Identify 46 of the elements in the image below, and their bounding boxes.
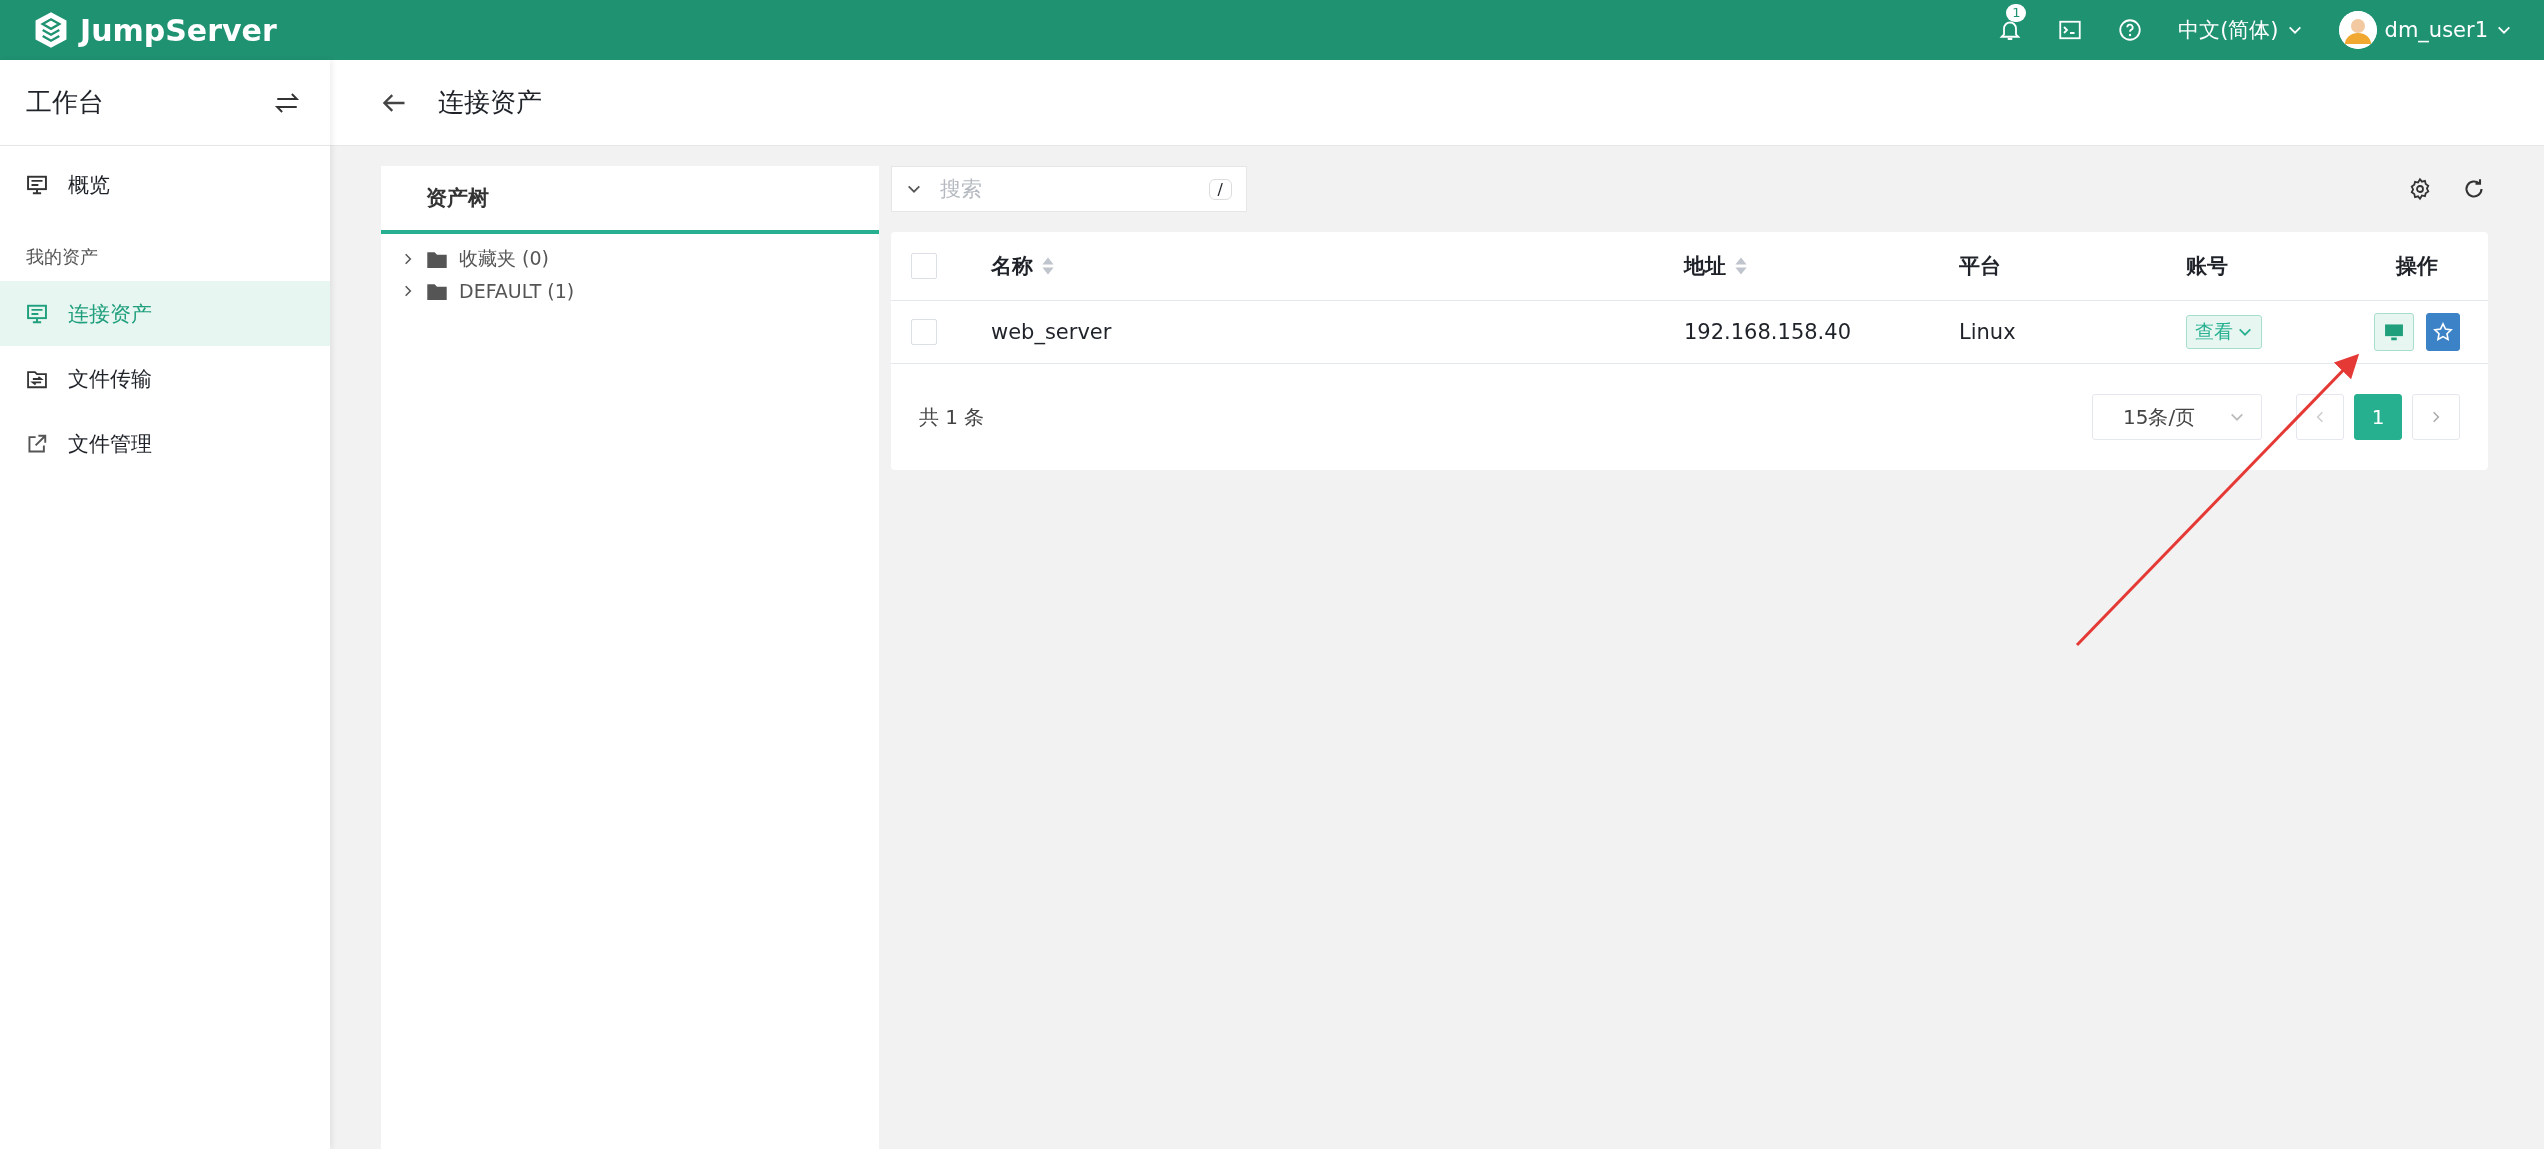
shortcut-key: /	[1208, 178, 1232, 200]
select-all-checkbox[interactable]	[911, 253, 937, 279]
nav-group-label: 我的资产	[25, 245, 99, 269]
star-icon	[2433, 322, 2453, 342]
page-title: 连接资产	[438, 86, 542, 119]
total-count: 共 1 条	[919, 403, 985, 431]
nav-label: 文件管理	[68, 430, 152, 458]
monitor-icon	[2383, 321, 2405, 343]
logo-text: JumpServer	[80, 12, 277, 48]
table-cell: Linux	[1959, 320, 2016, 344]
monitor-icon	[26, 302, 48, 325]
external-link-icon	[26, 432, 48, 455]
row-checkbox[interactable]	[911, 319, 937, 345]
page-size-select[interactable]: 15条/页	[2092, 394, 2262, 440]
column-header: 平台	[1959, 253, 2001, 280]
folder-icon	[427, 282, 447, 300]
nav-item[interactable]: 概览	[0, 152, 330, 217]
language-selector[interactable]: 中文(简体)	[2178, 16, 2303, 44]
monitor-icon	[26, 173, 48, 196]
tree-node-label[interactable]: 收藏夹 (0)	[459, 246, 549, 272]
column-header: 名称	[991, 253, 1033, 280]
nav-label: 概览	[68, 171, 110, 199]
terminal-icon[interactable]	[2058, 18, 2083, 42]
table-cell: web_server	[991, 320, 1112, 344]
avatar-icon	[2338, 11, 2377, 49]
connect-button[interactable]	[2374, 313, 2414, 351]
nav-item[interactable]: 文件管理	[0, 411, 330, 476]
nav-label: 连接资产	[68, 300, 152, 328]
sidebar-title: 工作台	[26, 86, 104, 119]
tree-node-label[interactable]: DEFAULT (1)	[459, 280, 575, 302]
nav-item[interactable]: 文件传输	[0, 346, 330, 411]
help-icon[interactable]	[2118, 18, 2143, 42]
prev-page-button[interactable]	[2296, 394, 2344, 440]
table-cell: 192.168.158.40	[1684, 320, 1851, 344]
search-bar[interactable]: 搜索 /	[891, 166, 1247, 212]
notification-badge: 1	[2006, 4, 2027, 22]
nav-label: 文件传输	[68, 365, 152, 393]
settings-icon[interactable]	[2408, 177, 2432, 201]
search-field[interactable]: 搜索	[938, 176, 1193, 202]
favorite-button[interactable]	[2426, 313, 2460, 351]
folder-icon	[427, 250, 447, 268]
tree-tab[interactable]: 资产树	[381, 166, 879, 234]
column-header: 地址	[1684, 253, 1726, 280]
column-header: 账号	[2186, 253, 2228, 280]
user-menu[interactable]: dm_user1	[2338, 11, 2512, 49]
column-header: 操作	[2396, 253, 2438, 280]
